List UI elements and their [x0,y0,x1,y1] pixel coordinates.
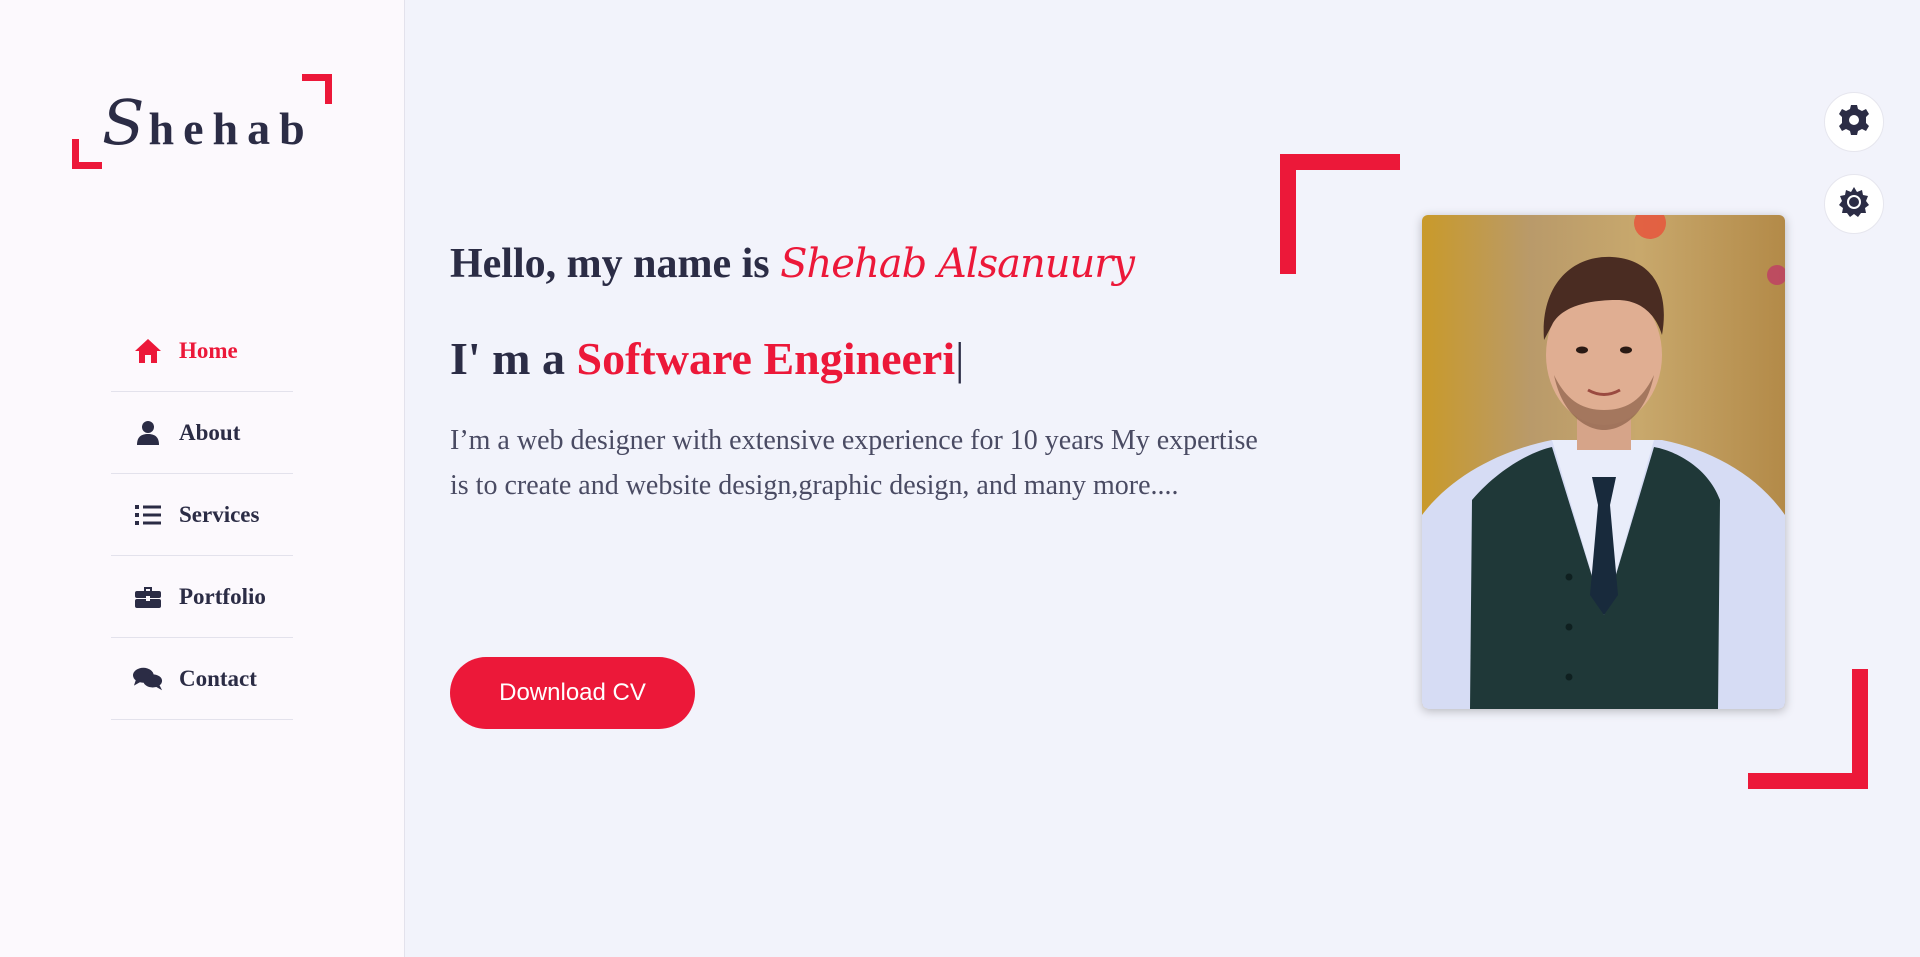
nav-item-label: Home [179,337,238,363]
briefcase-icon [133,582,163,612]
typed-role: Software Engineeri [576,333,956,384]
greeting-prefix: Hello, my name is [450,241,770,287]
logo-text: Shehab [102,86,314,159]
profile-photo [1422,215,1785,709]
user-icon [133,418,163,448]
nav-item-about[interactable]: About [111,392,293,474]
nav-item-label: Contact [179,665,257,691]
sun-icon [1838,186,1870,223]
logo-rest: hehab [148,103,314,154]
nav-item-label: Services [179,501,260,527]
role-line: I' m a Software Engineeri| [450,332,964,385]
gear-icon [1838,104,1870,141]
logo-first-letter: S [102,86,149,159]
home-section: Hello, my name is Shehab Alsanuury I' m … [406,0,1920,957]
logo[interactable]: Shehab [72,72,332,172]
list-icon [133,500,163,530]
nav-item-label: About [179,419,241,445]
hero-description: I’m a web designer with extensive experi… [450,425,1258,501]
greeting-name: Shehab Alsanuury [780,241,1135,287]
sidebar: Shehab Home About Services Portfolio Con… [0,0,405,957]
home-icon [133,336,163,366]
main-nav: Home About Services Portfolio Contact [111,310,293,720]
photo-frame-top-left [1280,154,1400,274]
style-switcher-toggle[interactable] [1824,92,1884,152]
logo-corner-bottom-left [72,139,102,169]
role-prefix: I' m a [450,333,565,384]
typing-caret: | [955,333,965,384]
greeting: Hello, my name is Shehab Alsanuury [450,240,1135,288]
nav-item-home[interactable]: Home [111,310,293,392]
comments-icon [133,664,163,694]
nav-item-services[interactable]: Services [111,474,293,556]
nav-item-contact[interactable]: Contact [111,638,293,720]
day-night-toggle[interactable] [1824,174,1884,234]
nav-item-label: Portfolio [179,583,266,609]
download-cv-button[interactable]: Download CV [450,657,695,729]
nav-item-portfolio[interactable]: Portfolio [111,556,293,638]
